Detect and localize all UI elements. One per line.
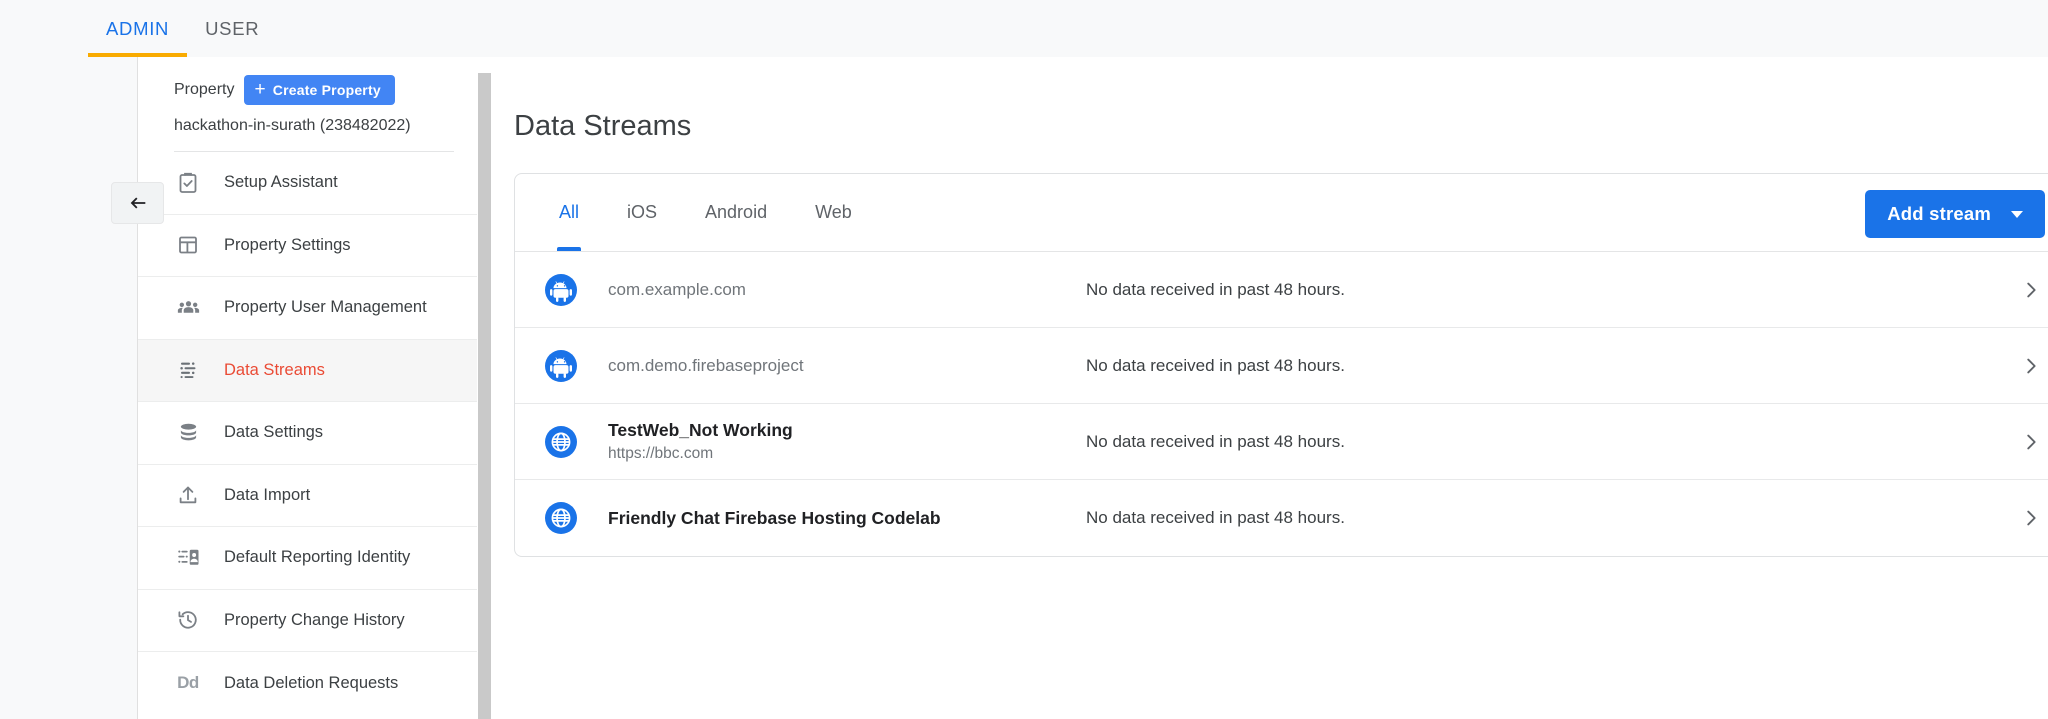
sidebar-item-label: Property Settings	[224, 236, 351, 255]
globe-icon	[542, 499, 580, 537]
dd-badge-text: Dd	[177, 673, 199, 693]
tab-user[interactable]: USER	[187, 0, 277, 57]
stream-subtitle: https://bbc.com	[608, 445, 1086, 463]
sidebar-item-label: Property Change History	[224, 611, 405, 630]
sidebar-item-data-streams[interactable]: Data Streams	[138, 340, 486, 403]
stream-status: No data received in past 48 hours.	[1086, 280, 2001, 300]
tab-admin[interactable]: ADMIN	[88, 0, 187, 57]
history-clock-icon	[174, 606, 202, 634]
sidebar-item-default-reporting-identity[interactable]: Default Reporting Identity	[138, 527, 486, 590]
add-stream-button[interactable]: Add stream	[1865, 190, 2045, 238]
tab-android[interactable]: Android	[681, 174, 791, 251]
table-row[interactable]: Friendly Chat Firebase Hosting Codelab N…	[515, 480, 2048, 556]
globe-icon	[542, 423, 580, 461]
chevron-right-icon[interactable]	[2001, 507, 2048, 529]
tab-ios-label: iOS	[627, 202, 657, 223]
sidebar-item-label: Data Deletion Requests	[224, 674, 398, 693]
chevron-right-icon[interactable]	[2001, 279, 2048, 301]
stream-title: com.example.com	[608, 280, 1086, 300]
chevron-down-icon	[2011, 211, 2023, 218]
data-streams-icon	[174, 356, 202, 384]
main-content: Data Streams All iOS Android Web Add str…	[494, 57, 2048, 719]
people-group-icon	[174, 294, 202, 322]
stream-name-block: Friendly Chat Firebase Hosting Codelab	[608, 508, 1086, 529]
table-row[interactable]: TestWeb_Not Working https://bbc.com No d…	[515, 404, 2048, 480]
property-header: Property + Create Property	[138, 57, 486, 105]
sidebar-item-data-deletion-requests[interactable]: Dd Data Deletion Requests	[138, 652, 486, 715]
property-label: Property	[174, 81, 234, 99]
tab-admin-label: ADMIN	[106, 18, 169, 40]
sidebar-item-label: Property User Management	[224, 298, 427, 317]
create-property-button[interactable]: + Create Property	[244, 75, 394, 105]
tab-all[interactable]: All	[535, 174, 603, 251]
layout-panel-icon	[174, 231, 202, 259]
sidebar-scrollbar-thumb[interactable]	[478, 73, 491, 719]
upload-icon	[174, 481, 202, 509]
tab-ios[interactable]: iOS	[603, 174, 681, 251]
stream-status: No data received in past 48 hours.	[1086, 508, 2001, 528]
chevron-right-icon[interactable]	[2001, 355, 2048, 377]
sidebar-nav-list: Setup Assistant Property Settings	[138, 152, 486, 715]
table-row[interactable]: com.example.com No data received in past…	[515, 252, 2048, 328]
sidebar-item-property-settings[interactable]: Property Settings	[138, 215, 486, 278]
stream-title: TestWeb_Not Working	[608, 420, 1086, 441]
sidebar-item-setup-assistant[interactable]: Setup Assistant	[138, 152, 486, 215]
tab-android-label: Android	[705, 202, 767, 223]
stream-title: com.demo.firebaseproject	[608, 356, 1086, 376]
plus-icon: +	[254, 80, 265, 99]
left-rail	[0, 57, 138, 719]
tab-web[interactable]: Web	[791, 174, 876, 251]
stream-type-tabs: All iOS Android Web	[515, 174, 876, 251]
sidebar-item-data-settings[interactable]: Data Settings	[138, 402, 486, 465]
android-icon	[542, 347, 580, 385]
sidebar-item-data-import[interactable]: Data Import	[138, 465, 486, 528]
create-property-label: Create Property	[273, 82, 381, 98]
reporting-identity-icon	[174, 544, 202, 572]
add-stream-label: Add stream	[1887, 203, 1991, 225]
dd-badge-icon: Dd	[174, 669, 202, 697]
tab-user-label: USER	[205, 18, 259, 40]
collapse-sidebar-button[interactable]	[111, 182, 164, 224]
sidebar-item-label: Data Settings	[224, 423, 323, 442]
stream-title: Friendly Chat Firebase Hosting Codelab	[608, 508, 1086, 529]
card-header: All iOS Android Web Add stream	[515, 174, 2048, 252]
sidebar-item-label: Data Import	[224, 486, 310, 505]
stream-status: No data received in past 48 hours.	[1086, 432, 2001, 452]
sidebar-item-property-user-management[interactable]: Property User Management	[138, 277, 486, 340]
stream-name-block: com.example.com	[608, 280, 1086, 300]
table-row[interactable]: com.demo.firebaseproject No data receive…	[515, 328, 2048, 404]
property-sidebar: Property + Create Property hackathon-in-…	[138, 57, 486, 719]
sidebar-item-label: Setup Assistant	[224, 173, 338, 192]
top-tabs: ADMIN USER	[88, 0, 277, 57]
sidebar-item-label: Data Streams	[224, 361, 325, 380]
android-icon	[542, 271, 580, 309]
clipboard-check-icon	[174, 169, 202, 197]
arrow-left-icon	[127, 192, 149, 214]
stream-status: No data received in past 48 hours.	[1086, 356, 2001, 376]
tab-all-label: All	[559, 202, 579, 223]
page-title: Data Streams	[514, 110, 2048, 143]
database-stack-icon	[174, 419, 202, 447]
data-streams-card: All iOS Android Web Add stream	[514, 173, 2048, 557]
tab-web-label: Web	[815, 202, 852, 223]
top-tab-bar: ADMIN USER	[0, 0, 2048, 57]
sidebar-item-property-change-history[interactable]: Property Change History	[138, 590, 486, 653]
stream-name-block: TestWeb_Not Working https://bbc.com	[608, 420, 1086, 463]
sidebar-item-label: Default Reporting Identity	[224, 548, 410, 567]
stream-name-block: com.demo.firebaseproject	[608, 356, 1086, 376]
chevron-right-icon[interactable]	[2001, 431, 2048, 453]
property-name[interactable]: hackathon-in-surath (238482022)	[138, 105, 486, 135]
